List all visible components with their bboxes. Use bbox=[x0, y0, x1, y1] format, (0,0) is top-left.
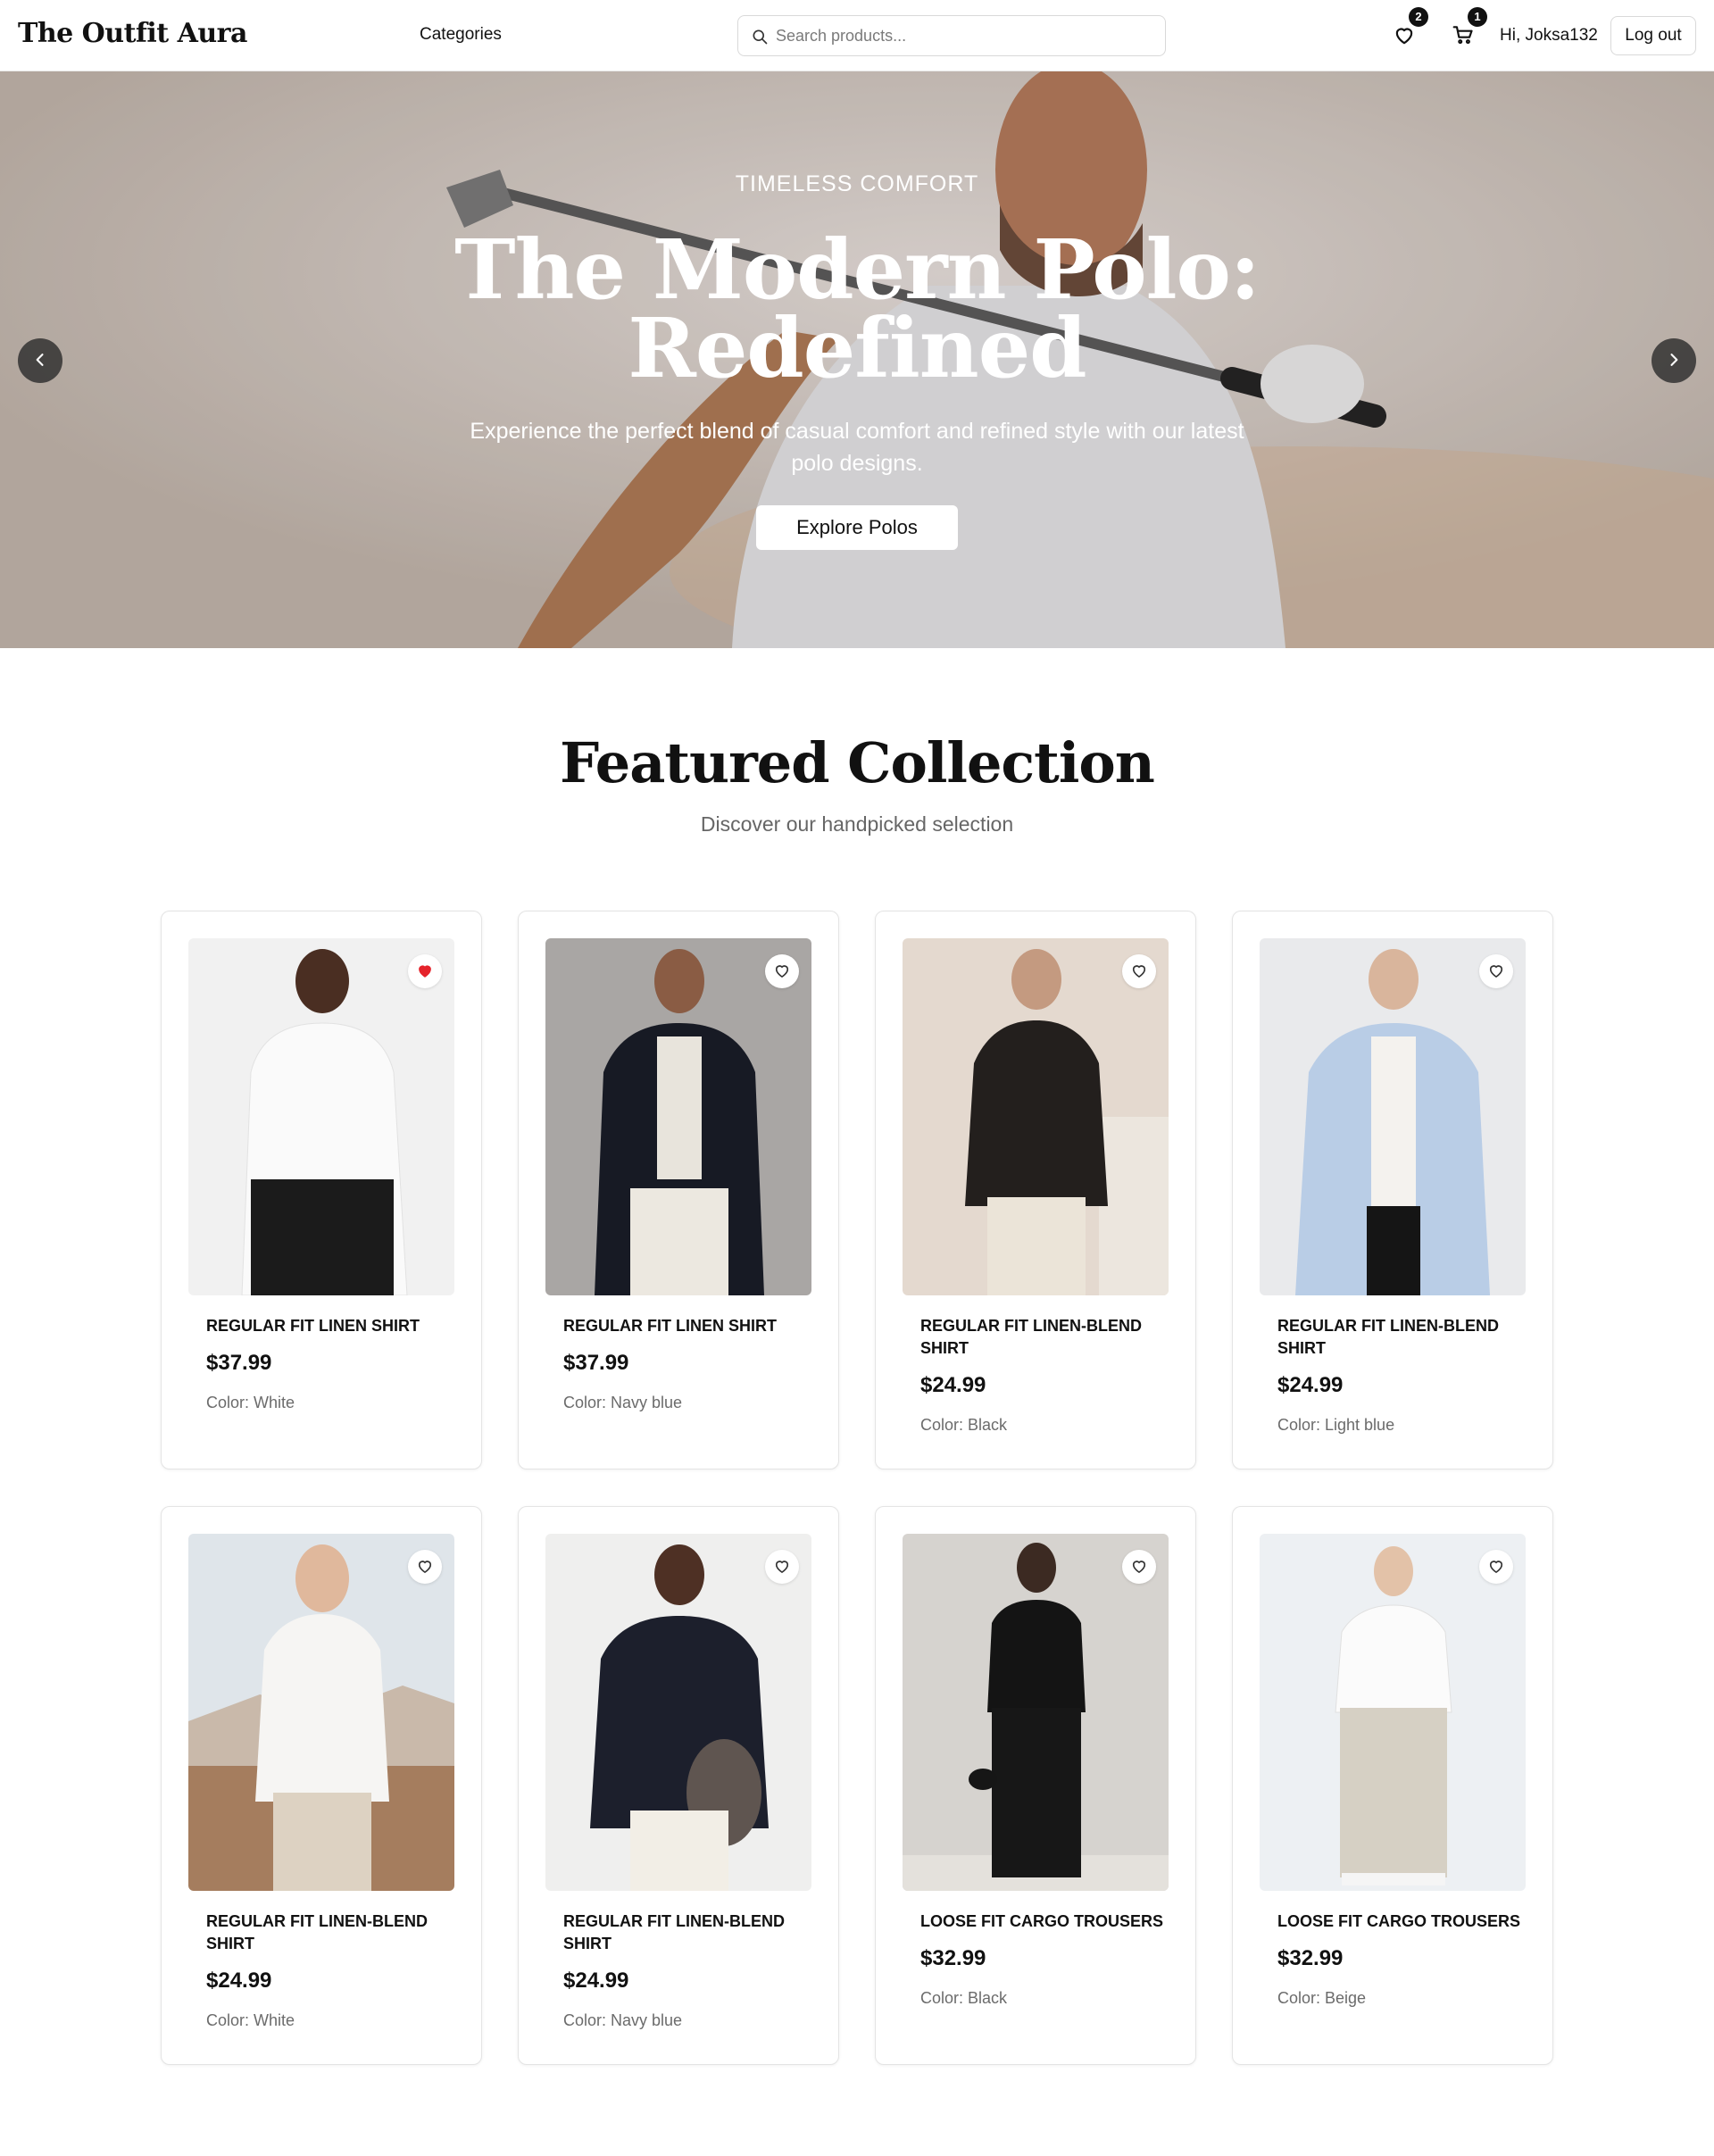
product-image[interactable] bbox=[188, 938, 454, 1295]
product-photo bbox=[545, 938, 811, 1295]
product-name[interactable]: REGULAR FIT LINEN-BLEND SHIRT bbox=[563, 1910, 822, 1955]
heart-icon bbox=[775, 1560, 789, 1573]
product-image[interactable] bbox=[545, 938, 811, 1295]
heart-icon bbox=[1132, 1560, 1146, 1573]
nav-categories[interactable]: Categories bbox=[420, 25, 502, 45]
carousel-next-button[interactable] bbox=[1652, 338, 1696, 383]
product-price: $24.99 bbox=[1277, 1373, 1344, 1397]
explore-polos-button[interactable]: Explore Polos bbox=[756, 505, 958, 550]
product-name[interactable]: REGULAR FIT LINEN-BLEND SHIRT bbox=[920, 1315, 1179, 1360]
product-photo bbox=[903, 1534, 1169, 1891]
product-photo bbox=[188, 938, 454, 1295]
product-color: Color: Black bbox=[920, 1416, 1008, 1434]
product-card[interactable]: REGULAR FIT LINEN-BLEND SHIRT $24.99 Col… bbox=[875, 911, 1196, 1469]
chevron-left-icon bbox=[36, 353, 44, 366]
favorite-button[interactable] bbox=[1479, 1550, 1513, 1584]
product-name[interactable]: REGULAR FIT LINEN SHIRT bbox=[563, 1315, 822, 1337]
product-name[interactable]: LOOSE FIT CARGO TROUSERS bbox=[1277, 1910, 1536, 1933]
search-bar[interactable] bbox=[737, 15, 1166, 56]
cart-button[interactable]: 1 bbox=[1452, 7, 1487, 46]
logout-button[interactable]: Log out bbox=[1610, 16, 1696, 55]
cart-icon bbox=[1452, 26, 1473, 45]
product-price: $37.99 bbox=[563, 1351, 629, 1375]
search-icon bbox=[753, 29, 768, 45]
heart-icon bbox=[418, 1560, 432, 1573]
product-color: Color: Black bbox=[920, 1989, 1008, 2007]
hero-subtitle: Experience the perfect blend of casual c… bbox=[470, 419, 1244, 476]
product-card[interactable]: LOOSE FIT CARGO TROUSERS $32.99 Color: B… bbox=[1232, 1506, 1553, 2065]
hero-kicker: TIMELESS COMFORT bbox=[735, 171, 979, 196]
favorite-button[interactable] bbox=[408, 954, 442, 988]
product-price: $24.99 bbox=[920, 1373, 986, 1397]
product-image[interactable] bbox=[545, 1534, 811, 1891]
product-image[interactable] bbox=[188, 1534, 454, 1891]
product-photo bbox=[1260, 938, 1526, 1295]
wishlist-button[interactable]: 2 bbox=[1393, 7, 1428, 46]
product-image[interactable] bbox=[903, 938, 1169, 1295]
heart-icon bbox=[775, 964, 789, 978]
favorite-button[interactable] bbox=[408, 1550, 442, 1584]
product-card[interactable]: REGULAR FIT LINEN-BLEND SHIRT $24.99 Col… bbox=[1232, 911, 1553, 1469]
favorite-button[interactable] bbox=[1479, 954, 1513, 988]
heart-icon bbox=[1489, 1560, 1503, 1573]
cart-count-badge: 1 bbox=[1468, 7, 1487, 27]
product-price: $24.99 bbox=[206, 1969, 272, 1993]
product-card[interactable]: REGULAR FIT LINEN-BLEND SHIRT $24.99 Col… bbox=[161, 1506, 482, 2065]
favorite-button[interactable] bbox=[765, 1550, 799, 1584]
heart-icon bbox=[1395, 28, 1413, 45]
product-price: $24.99 bbox=[563, 1969, 629, 1993]
hero-banner: TIMELESS COMFORT The Modern Polo: Redefi… bbox=[0, 71, 1714, 648]
heart-filled-icon bbox=[419, 964, 431, 978]
product-price: $37.99 bbox=[206, 1351, 272, 1375]
featured-subtitle: Discover our handpicked selection bbox=[700, 812, 1014, 836]
product-image[interactable] bbox=[903, 1534, 1169, 1891]
product-card[interactable]: REGULAR FIT LINEN SHIRT $37.99 Color: Na… bbox=[518, 911, 839, 1469]
product-color: Color: Navy blue bbox=[563, 2011, 683, 2029]
product-name[interactable]: REGULAR FIT LINEN-BLEND SHIRT bbox=[206, 1910, 465, 1955]
wishlist-count-badge: 2 bbox=[1409, 7, 1428, 27]
product-color: Color: Navy blue bbox=[563, 1394, 683, 1411]
product-name[interactable]: LOOSE FIT CARGO TROUSERS bbox=[920, 1910, 1179, 1933]
site-logo[interactable]: The Outfit Aura bbox=[18, 18, 247, 49]
product-color: Color: White bbox=[206, 1394, 295, 1411]
favorite-button[interactable] bbox=[1122, 954, 1156, 988]
product-name[interactable]: REGULAR FIT LINEN SHIRT bbox=[206, 1315, 465, 1337]
heart-icon bbox=[1489, 964, 1503, 978]
carousel-prev-button[interactable] bbox=[18, 338, 62, 383]
search-input[interactable] bbox=[776, 16, 1151, 55]
product-photo bbox=[545, 1534, 811, 1891]
product-card[interactable]: REGULAR FIT LINEN-BLEND SHIRT $24.99 Col… bbox=[518, 1506, 839, 2065]
product-price: $32.99 bbox=[920, 1946, 986, 1970]
favorite-button[interactable] bbox=[1122, 1550, 1156, 1584]
featured-title: Featured Collection bbox=[560, 730, 1155, 795]
site-header: The Outfit Aura Categories 2 1 Hi, Joksa… bbox=[0, 0, 1714, 71]
product-card[interactable]: REGULAR FIT LINEN SHIRT $37.99 Color: Wh… bbox=[161, 911, 482, 1469]
heart-icon bbox=[1132, 964, 1146, 978]
product-color: Color: Beige bbox=[1277, 1989, 1367, 2007]
product-color: Color: White bbox=[206, 2011, 295, 2029]
product-name[interactable]: REGULAR FIT LINEN-BLEND SHIRT bbox=[1277, 1315, 1536, 1360]
product-photo bbox=[1260, 1534, 1526, 1891]
product-price: $32.99 bbox=[1277, 1946, 1344, 1970]
product-card[interactable]: LOOSE FIT CARGO TROUSERS $32.99 Color: B… bbox=[875, 1506, 1196, 2065]
product-image[interactable] bbox=[1260, 938, 1526, 1295]
product-image[interactable] bbox=[1260, 1534, 1526, 1891]
user-greeting: Hi, Joksa132 bbox=[1500, 26, 1598, 45]
product-color: Color: Light blue bbox=[1277, 1416, 1395, 1434]
hero-title: The Modern Polo: Redefined bbox=[454, 221, 1261, 396]
favorite-button[interactable] bbox=[765, 954, 799, 988]
product-photo bbox=[188, 1534, 454, 1891]
chevron-right-icon bbox=[1670, 353, 1678, 366]
product-photo bbox=[903, 938, 1169, 1295]
